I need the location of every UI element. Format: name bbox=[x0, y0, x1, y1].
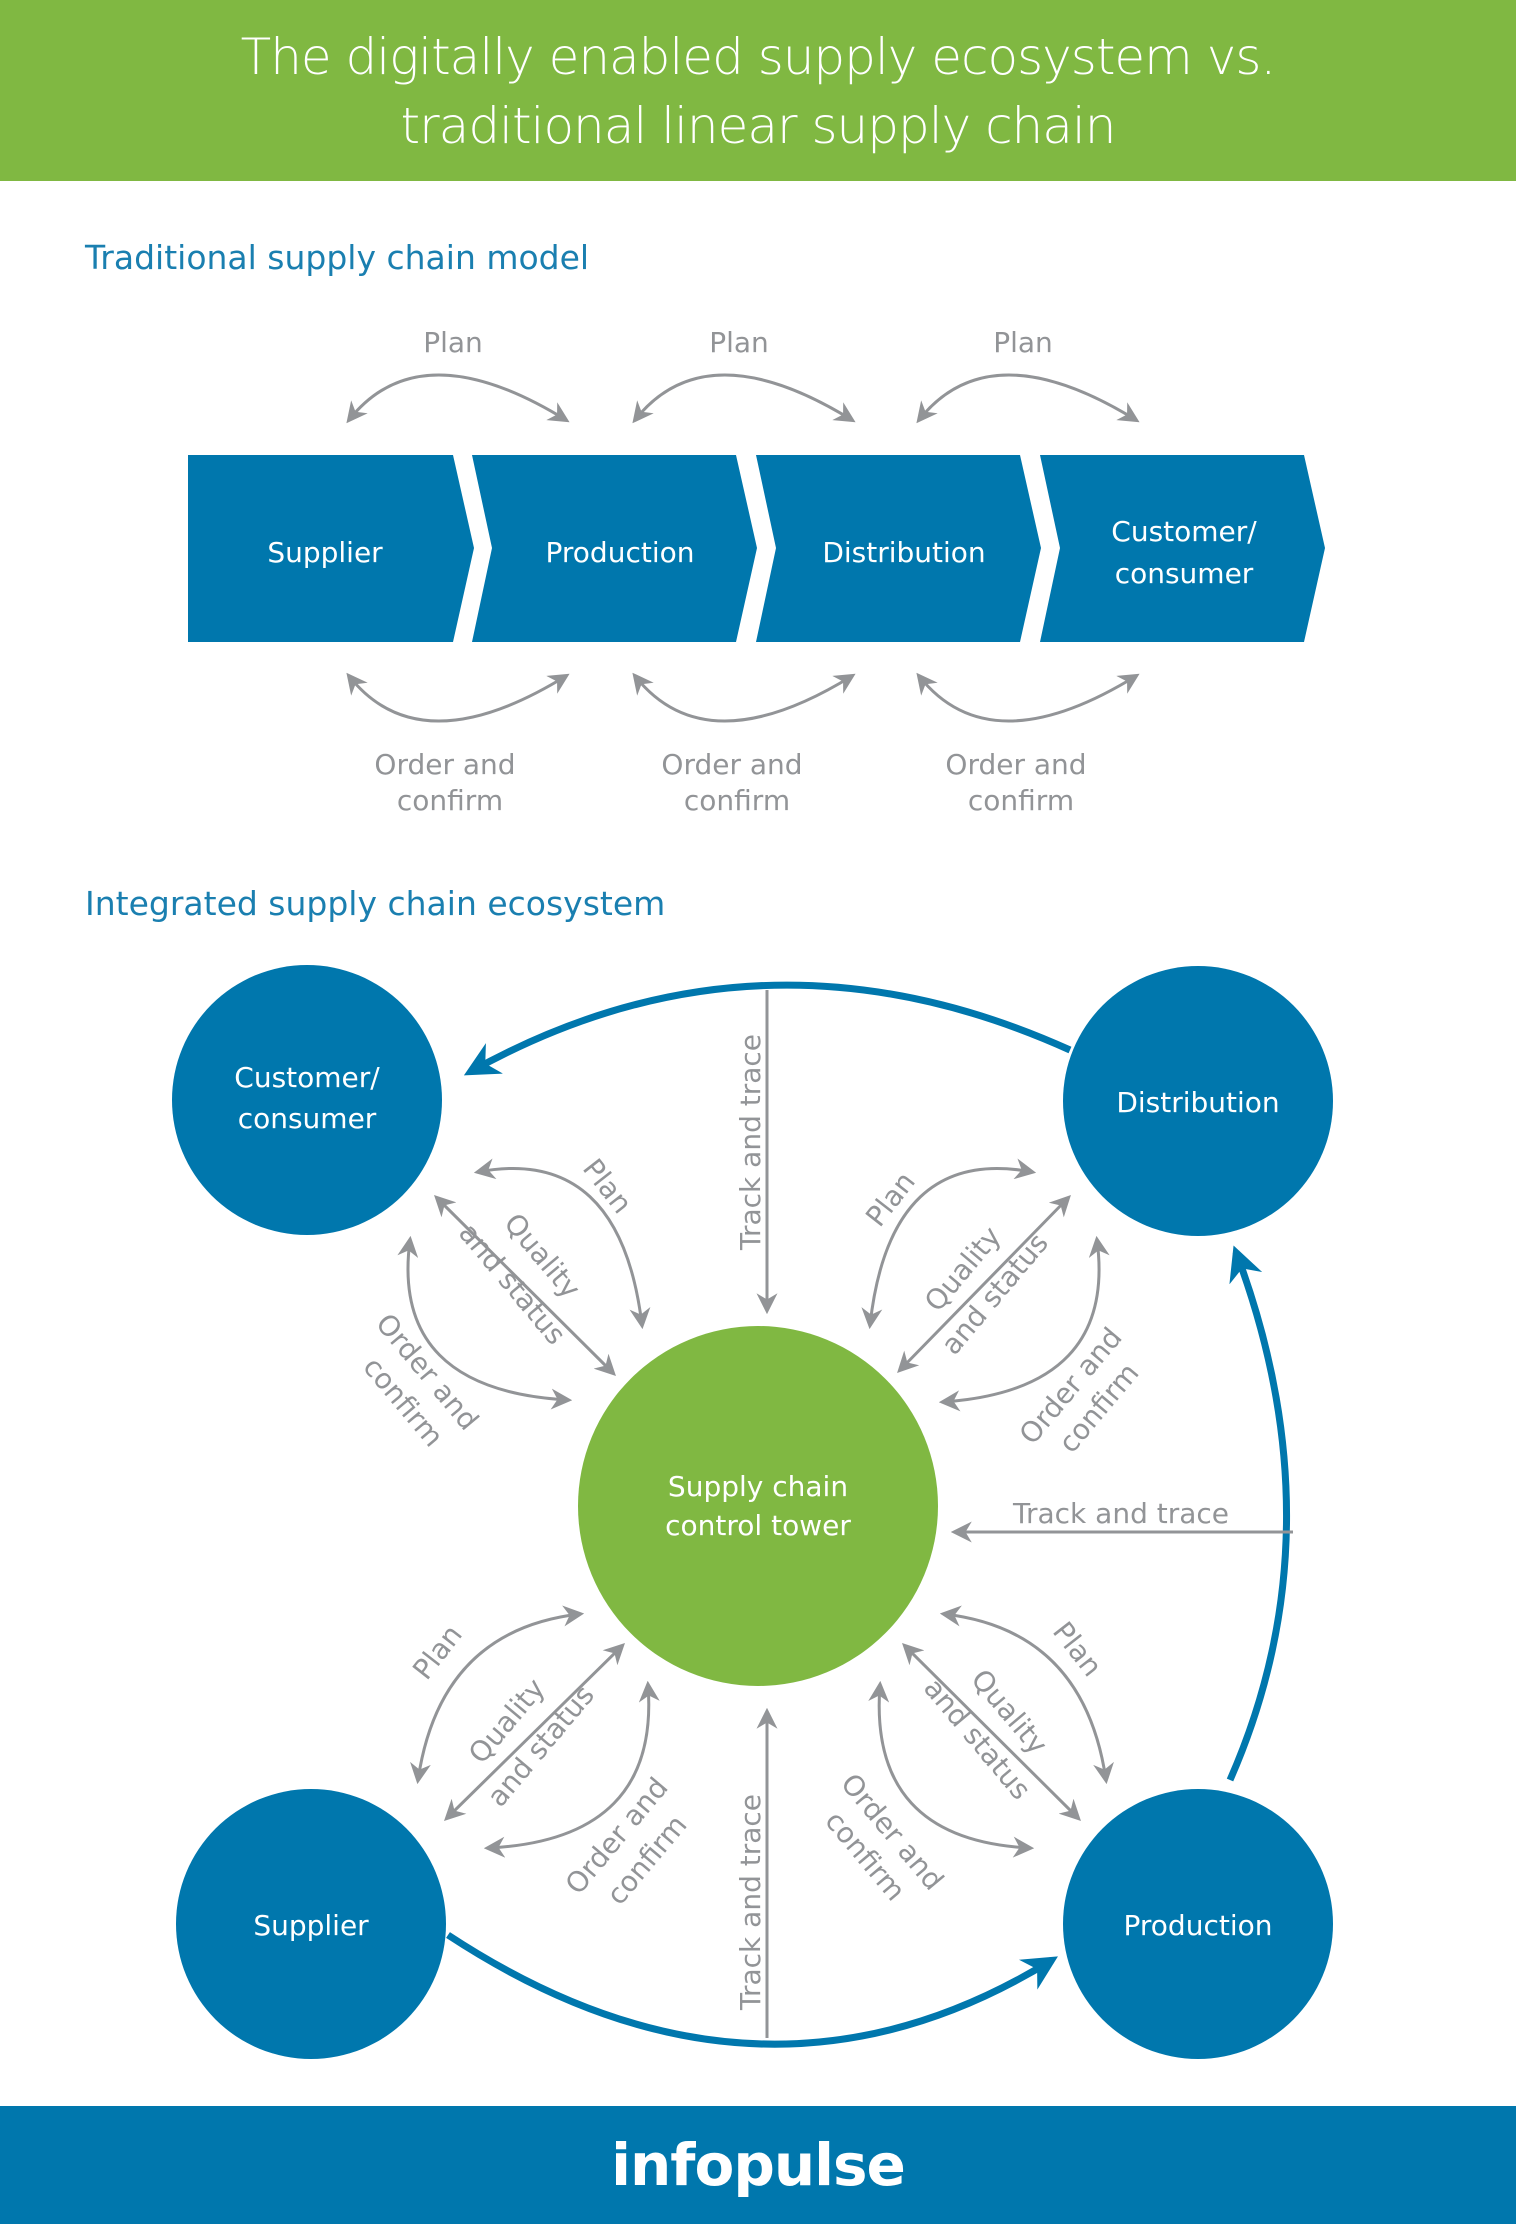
order-label-3a: Order and bbox=[945, 748, 1086, 781]
stage-customer-label-2: consumer bbox=[1115, 557, 1254, 590]
order-label-2b: confirm bbox=[684, 784, 790, 817]
node-production-label: Production bbox=[1124, 1909, 1273, 1942]
node-customer-label-1: Customer/ bbox=[234, 1061, 380, 1094]
center-label-2: control tower bbox=[665, 1509, 851, 1542]
track-label-top: Track and trace bbox=[734, 1034, 767, 1251]
order-arc-3 bbox=[916, 672, 1140, 723]
plan-label-3: Plan bbox=[993, 326, 1053, 359]
stage-distribution-label: Distribution bbox=[822, 536, 985, 569]
flow-production-to-distribution bbox=[1226, 1245, 1290, 1782]
order-arc-2 bbox=[632, 672, 856, 723]
order-label-1a: Order and bbox=[374, 748, 515, 781]
track-label-right: Track and trace bbox=[1012, 1497, 1229, 1530]
stage-production-label: Production bbox=[546, 536, 695, 569]
plan-label-2: Plan bbox=[709, 326, 769, 359]
order-label-3b: confirm bbox=[968, 784, 1074, 817]
node-customer bbox=[172, 965, 442, 1235]
chevron-customer bbox=[1040, 455, 1325, 642]
node-supplier-label: Supplier bbox=[253, 1909, 369, 1942]
plan-arc-3 bbox=[916, 373, 1140, 424]
center-label-1: Supply chain bbox=[668, 1470, 848, 1503]
node-distribution-label: Distribution bbox=[1116, 1086, 1279, 1119]
flow-distribution-to-customer bbox=[463, 981, 1072, 1076]
infopulse-logo: infopulse bbox=[611, 2131, 906, 2199]
plan-arc-2 bbox=[632, 373, 856, 424]
stage-customer-label-1: Customer/ bbox=[1111, 515, 1257, 548]
order-arc-1 bbox=[346, 672, 570, 723]
footer-banner: infopulse bbox=[0, 2106, 1516, 2224]
order-label-1b: confirm bbox=[397, 784, 503, 817]
order-label-2a: Order and bbox=[661, 748, 802, 781]
node-customer-label-2: consumer bbox=[238, 1102, 377, 1135]
supply-chain-diagram: Supplier Production Distribution Custome… bbox=[172, 326, 1333, 2059]
plan-label-1: Plan bbox=[423, 326, 483, 359]
plan-arc-1 bbox=[346, 373, 570, 424]
br-plan-label: Plan bbox=[1046, 1616, 1109, 1683]
stage-supplier-label: Supplier bbox=[267, 536, 383, 569]
track-label-bottom: Track and trace bbox=[734, 1794, 767, 2011]
tr-plan-label: Plan bbox=[859, 1166, 922, 1233]
tl-plan-label: Plan bbox=[576, 1153, 639, 1220]
node-control-tower bbox=[578, 1326, 938, 1686]
